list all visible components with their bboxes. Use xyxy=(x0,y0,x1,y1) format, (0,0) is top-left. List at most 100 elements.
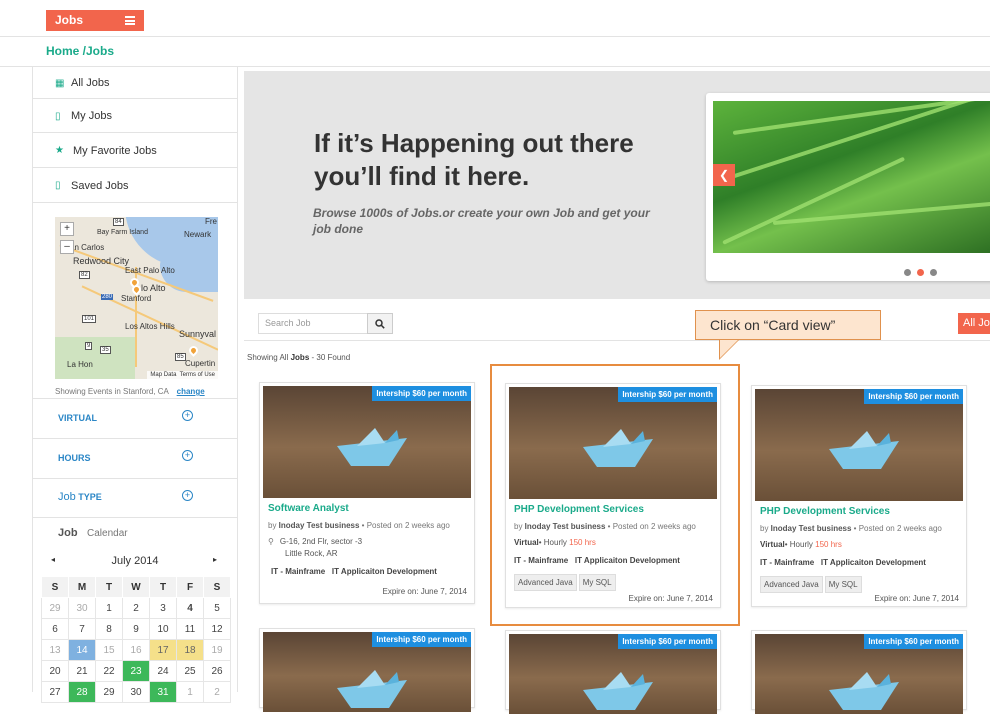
job-card-tag[interactable]: Advanced Java xyxy=(514,574,577,591)
slider-prev-arrow-icon[interactable]: ❮ xyxy=(713,164,735,186)
slider-dot[interactable] xyxy=(930,269,937,276)
calendar-day[interactable]: 29 xyxy=(41,597,69,619)
calendar-day[interactable]: 11 xyxy=(176,618,204,640)
map-zoom-in-button[interactable]: + xyxy=(60,222,74,236)
calendar-day[interactable]: 3 xyxy=(149,597,177,619)
calendar-day[interactable]: 17 xyxy=(149,639,177,661)
calendar-next-icon[interactable]: ▸ xyxy=(213,555,217,564)
calendar-day[interactable]: 6 xyxy=(41,618,69,640)
calendar-day[interactable]: 19 xyxy=(203,639,231,661)
job-card-business[interactable]: Inoday Test business xyxy=(279,521,360,530)
sidebar-item-my-favorite-jobs[interactable]: ★ My Favorite Jobs xyxy=(33,133,237,168)
calendar-day[interactable]: 5 xyxy=(203,597,231,619)
job-card-categories: IT - Mainframe IT Applicaiton Developmen… xyxy=(271,567,437,576)
job-card-posted: Posted on 2 weeks ago xyxy=(366,521,450,530)
grid-icon: ▦ xyxy=(55,78,65,89)
phone-icon: ▯ xyxy=(55,180,61,191)
calendar-day[interactable]: 13 xyxy=(41,639,69,661)
calendar-nav: ◂ July 2014 ▸ xyxy=(33,552,237,572)
all-jobs-button[interactable]: All Jo xyxy=(958,313,990,334)
image-slider[interactable]: ❮ xyxy=(706,93,990,281)
job-card[interactable]: Intership $60 per month xyxy=(259,628,475,712)
events-map[interactable]: Fre Bay Farm Island Newark an Carlos Red… xyxy=(55,217,218,379)
calendar-day[interactable]: 27 xyxy=(41,681,69,703)
calendar-day[interactable]: 30 xyxy=(68,597,96,619)
calendar-day[interactable]: 15 xyxy=(95,639,123,661)
calendar-day[interactable]: 21 xyxy=(68,660,96,682)
job-card-business[interactable]: Inoday Test business xyxy=(525,522,606,531)
sidebar-item-all-jobs[interactable]: ▦ All Jobs xyxy=(33,67,237,99)
map-label: 9 xyxy=(85,342,93,350)
calendar-grid: S M T W T F S 29 30 1 2 3 4 5 6 7 8 9 10… xyxy=(41,576,231,703)
search-button[interactable] xyxy=(367,313,393,334)
calendar-day[interactable]: 24 xyxy=(149,660,177,682)
filter-virtual[interactable]: VIRTUAL + xyxy=(33,398,237,438)
job-card-image: Intership $60 per month xyxy=(263,632,471,712)
job-card-title[interactable]: Software Analyst xyxy=(268,503,349,514)
map-credit-terms[interactable]: Terms of Use xyxy=(180,372,215,378)
calendar-day[interactable]: 9 xyxy=(122,618,150,640)
calendar-day[interactable]: 8 xyxy=(95,618,123,640)
calendar-day[interactable]: 29 xyxy=(95,681,123,703)
calendar-day[interactable]: 18 xyxy=(176,639,204,661)
sidebar-item-saved-jobs[interactable]: ▯ Saved Jobs xyxy=(33,168,237,203)
calendar-day[interactable]: 23 xyxy=(122,660,150,682)
hero-headline: If it’s Happening out there you’ll find … xyxy=(314,128,634,191)
job-card-business[interactable]: Inoday Test business xyxy=(771,524,852,533)
job-card[interactable]: Intership $60 per month PHP Development … xyxy=(751,385,967,607)
job-card-title[interactable]: PHP Development Services xyxy=(514,504,644,515)
calendar-title: Job xyxy=(58,527,78,539)
weekday: S xyxy=(203,576,231,598)
job-card-tag[interactable]: My SQL xyxy=(578,574,616,591)
job-card[interactable]: Intership $60 per month xyxy=(751,630,967,714)
job-card-expire: Expire on: June 7, 2014 xyxy=(874,594,959,603)
jobs-menu-button[interactable]: Jobs xyxy=(46,10,144,31)
breadcrumb[interactable]: Home /Jobs xyxy=(46,44,114,58)
map-label: Cupertin xyxy=(185,359,216,368)
slider-dot-active[interactable] xyxy=(917,269,924,276)
job-card[interactable]: Intership $60 per month PHP Development … xyxy=(505,383,721,608)
calendar-day[interactable]: 2 xyxy=(203,681,231,703)
job-card-image: Intership $60 per month xyxy=(263,386,471,498)
job-card[interactable]: Intership $60 per month Software Analyst… xyxy=(259,382,475,604)
expand-plus-icon[interactable]: + xyxy=(182,490,193,501)
calendar-day[interactable]: 16 xyxy=(122,639,150,661)
calendar-day[interactable]: 4 xyxy=(176,597,204,619)
job-card-category: IT - Mainframe IT Applicaiton Developmen… xyxy=(760,558,926,567)
calendar-day[interactable]: 25 xyxy=(176,660,204,682)
map-label: Newark xyxy=(184,230,212,239)
map-change-link[interactable]: change xyxy=(177,387,205,396)
calendar-day[interactable]: 10 xyxy=(149,618,177,640)
calendar-day[interactable]: 14 xyxy=(68,639,96,661)
calendar-day[interactable]: 12 xyxy=(203,618,231,640)
map-label: Sunnyval xyxy=(179,329,217,339)
expand-plus-icon[interactable]: + xyxy=(182,410,193,421)
calendar-day[interactable]: 20 xyxy=(41,660,69,682)
job-card-tag[interactable]: Advanced Java xyxy=(760,576,823,593)
calendar-day[interactable]: 28 xyxy=(68,681,96,703)
search-input[interactable]: Search Job xyxy=(258,313,368,334)
calendar-week: 13 14 15 16 17 18 19 xyxy=(41,639,231,661)
filter-hours[interactable]: HOURS + xyxy=(33,438,237,478)
slider-dot[interactable] xyxy=(904,269,911,276)
map-credit-data: Map Data xyxy=(150,372,177,378)
job-card-tag[interactable]: My SQL xyxy=(824,576,862,593)
calendar-day[interactable]: 1 xyxy=(176,681,204,703)
job-card-expire: Expire on: June 7, 2014 xyxy=(382,587,467,596)
map-zoom-out-button[interactable]: – xyxy=(60,240,74,254)
calendar-day[interactable]: 1 xyxy=(95,597,123,619)
calendar-day[interactable]: 7 xyxy=(68,618,96,640)
calendar-day[interactable]: 30 xyxy=(122,681,150,703)
job-card-title[interactable]: PHP Development Services xyxy=(760,506,890,517)
calendar-day[interactable]: 26 xyxy=(203,660,231,682)
job-card[interactable]: Intership $60 per month xyxy=(505,630,721,714)
filter-job-type[interactable]: Job TYPE + xyxy=(33,478,237,518)
map-pin-icon[interactable] xyxy=(187,344,200,357)
calendar-day[interactable]: 22 xyxy=(95,660,123,682)
calendar-day[interactable]: 31 xyxy=(149,681,177,703)
job-card-virtual: Virtual xyxy=(760,540,785,549)
map-label: East Palo Alto xyxy=(125,266,175,275)
expand-plus-icon[interactable]: + xyxy=(182,450,193,461)
calendar-day[interactable]: 2 xyxy=(122,597,150,619)
sidebar-item-my-jobs[interactable]: ▯ My Jobs xyxy=(33,99,237,133)
